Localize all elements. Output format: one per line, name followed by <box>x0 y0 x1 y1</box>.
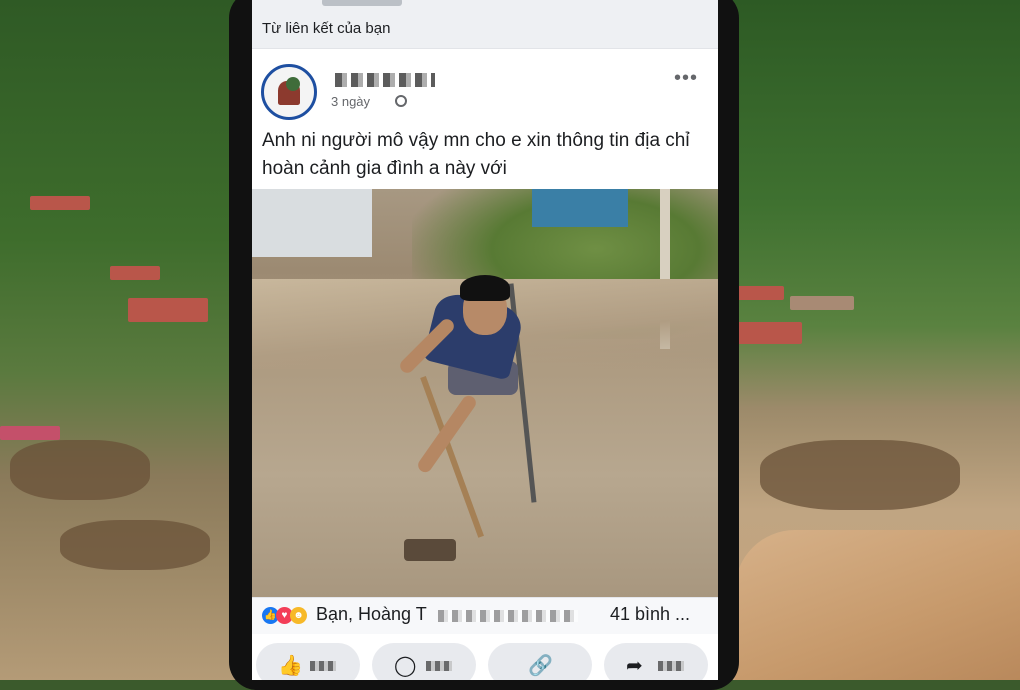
reaction-bar[interactable]: 👍 ♥ ☻ Bạn, Hoàng T 41 bình ... <box>252 597 718 634</box>
comment-count[interactable]: 41 bình ... <box>610 604 690 625</box>
pixelated-names <box>438 610 578 622</box>
flood-debris <box>760 440 960 510</box>
pixelated-label <box>310 661 336 671</box>
avatar[interactable] <box>261 64 317 120</box>
feed-header: Từ liên kết của bạn <box>252 0 718 49</box>
comment-icon: ◯ <box>394 655 417 677</box>
action-bar: 👍 ◯ 🔗 ➦ <box>252 634 718 680</box>
care-icon: ☻ <box>290 607 307 624</box>
post-time[interactable]: 3 ngày <box>331 94 370 109</box>
avatar-figure <box>286 77 300 91</box>
comment-button[interactable]: ◯ <box>372 643 476 680</box>
house-roof <box>790 296 854 310</box>
house-roof <box>736 286 784 300</box>
house-roof <box>30 196 90 210</box>
pixelated-author-name[interactable] <box>335 73 435 87</box>
like-button[interactable]: 👍 <box>256 643 360 680</box>
ellipsis-icon[interactable]: ••• <box>674 67 698 90</box>
house-roof <box>0 426 60 440</box>
photo-man-hair <box>460 275 510 301</box>
share-icon: ➦ <box>626 655 643 677</box>
globe-icon <box>395 95 407 107</box>
photo-man-arm <box>415 393 479 475</box>
like-icon: 👍 <box>278 655 303 677</box>
cut-off-text <box>322 0 402 6</box>
muddy-river <box>735 530 1020 680</box>
photo-house <box>532 189 628 227</box>
pixelated-label <box>426 661 452 671</box>
feed-link-label: Từ liên kết của bạn <box>262 20 391 37</box>
house-roof <box>734 322 802 344</box>
house-roof <box>128 298 208 322</box>
link-icon: 🔗 <box>528 655 553 677</box>
reaction-names[interactable]: Bạn, Hoàng T <box>316 604 427 625</box>
post-text: Anh ni người mô vậy mn cho e xin thông t… <box>262 130 690 179</box>
flood-debris <box>60 520 210 570</box>
photo-shovel-blade <box>404 539 456 561</box>
post-photo[interactable] <box>252 189 718 597</box>
photo-wall <box>252 189 372 257</box>
phone-screen: Từ liên kết của bạn 3 ngày ••• Anh ni ng… <box>252 0 718 680</box>
house-roof <box>110 266 160 280</box>
left-hillside <box>0 0 250 680</box>
share-button[interactable]: ➦ <box>604 643 708 680</box>
post-header: 3 ngày ••• <box>252 49 718 123</box>
flood-debris <box>10 440 150 500</box>
pixelated-label <box>658 661 684 671</box>
copy-link-button[interactable]: 🔗 <box>488 643 592 680</box>
